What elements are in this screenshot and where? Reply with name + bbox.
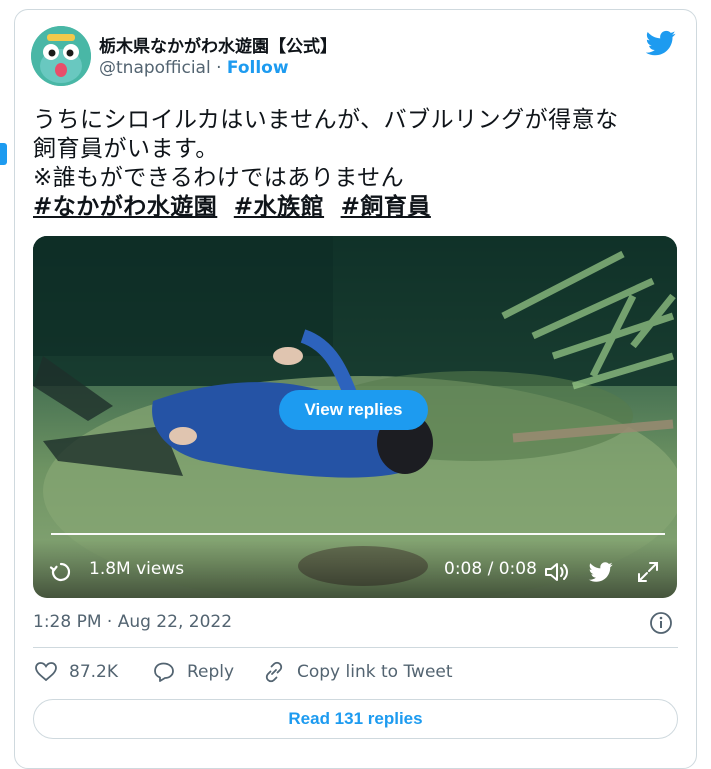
progress-bar[interactable] — [51, 533, 665, 535]
handle-row: @tnapofficial · Follow — [99, 58, 289, 78]
avatar[interactable] — [31, 26, 91, 86]
display-name[interactable]: 栃木県なかがわ水遊園【公式】 — [99, 32, 337, 57]
like-count: 87.2K — [69, 662, 118, 682]
link-icon — [265, 661, 283, 683]
video-time: 0:08 / 0:08 — [444, 559, 537, 579]
reply-action[interactable]: Reply — [151, 660, 234, 684]
tweet-card[interactable]: 栃木県なかがわ水遊園【公式】 @tnapofficial · Follow うち… — [14, 9, 697, 769]
page-marker — [0, 143, 7, 165]
tweet-text: うちにシロイルカはいませんが、バブルリングが得意な 飼育員がいます。 ※誰もがで… — [33, 106, 673, 222]
volume-icon[interactable] — [544, 560, 570, 584]
timestamp[interactable]: 1:28 PM · Aug 22, 2022 — [33, 612, 232, 632]
reply-icon — [154, 662, 174, 682]
view-replies-button[interactable]: View replies — [279, 390, 428, 430]
twitter-bird-icon[interactable] — [646, 28, 676, 58]
twitter-bird-icon[interactable] — [588, 560, 614, 584]
copy-link-label: Copy link to Tweet — [297, 662, 453, 682]
view-count: 1.8M views — [89, 559, 185, 579]
tweet-line-2: 飼育員がいます。 — [33, 136, 219, 162]
hashtag-link[interactable]: #なかがわ水遊園 — [33, 194, 217, 220]
separator: · — [216, 58, 222, 78]
divider — [33, 647, 678, 648]
tweet-line-3: ※誰もができるわけではありません — [33, 165, 405, 191]
like-action[interactable]: 87.2K — [33, 660, 118, 684]
info-icon[interactable] — [649, 611, 673, 635]
hashtag-link[interactable]: #水族館 — [234, 194, 324, 220]
follow-link[interactable]: Follow — [227, 58, 289, 78]
video-player[interactable]: View replies 1.8M views 0:08 / 0:08 — [33, 236, 677, 598]
reply-label: Reply — [187, 662, 235, 682]
handle[interactable]: @tnapofficial — [99, 58, 211, 78]
replay-icon[interactable] — [49, 560, 73, 584]
read-replies-button[interactable]: Read 131 replies — [33, 699, 678, 739]
fullscreen-icon[interactable] — [636, 560, 660, 584]
hashtag-link[interactable]: #飼育員 — [341, 194, 431, 220]
copy-link-action[interactable]: Copy link to Tweet — [261, 660, 453, 684]
heart-icon — [35, 662, 57, 682]
hashtags: #なかがわ水遊園 #水族館 #飼育員 — [33, 193, 673, 222]
tweet-line-1: うちにシロイルカはいませんが、バブルリングが得意な — [33, 107, 619, 133]
